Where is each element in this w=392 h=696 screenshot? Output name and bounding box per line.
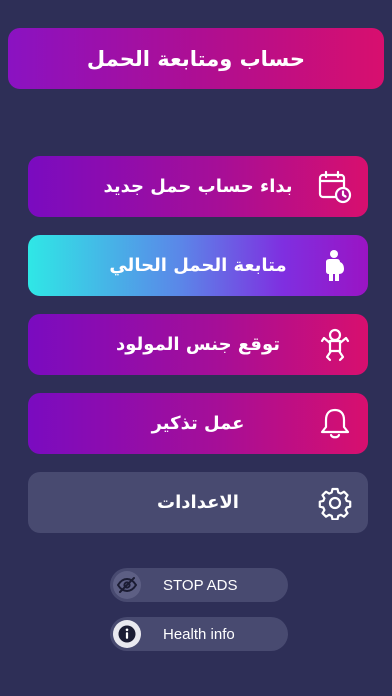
stop-ads-label: STOP ADS [163,576,238,594]
calendar-clock-icon [316,168,354,206]
health-info-label: Health info [163,625,235,643]
gear-icon [316,484,354,522]
baby-gender-button[interactable]: توقع جنس المولود [28,314,368,375]
stop-ads-button[interactable]: STOP ADS [110,568,288,602]
current-pregnancy-button[interactable]: متابعة الحمل الحالي [28,235,368,296]
health-info-button[interactable]: Health info [110,617,288,651]
info-icon [113,620,141,648]
reminder-label: عمل تذكير [151,413,245,434]
bell-icon [316,405,354,443]
new-pregnancy-calc-button[interactable]: بداء حساب حمل جديد [28,156,368,217]
reminder-button[interactable]: عمل تذكير [28,393,368,454]
pregnant-woman-icon [316,247,354,285]
baby-gender-label: توقع جنس المولود [116,334,280,355]
new-pregnancy-calc-label: بداء حساب حمل جديد [103,176,293,197]
settings-button[interactable]: الاعدادات [28,472,368,533]
app-title: حساب ومتابعة الحمل [86,46,306,71]
eye-off-icon [113,571,141,599]
app-header: حساب ومتابعة الحمل [8,28,384,89]
settings-label: الاعدادات [157,492,239,513]
current-pregnancy-label: متابعة الحمل الحالي [109,255,287,276]
baby-icon [316,326,354,364]
